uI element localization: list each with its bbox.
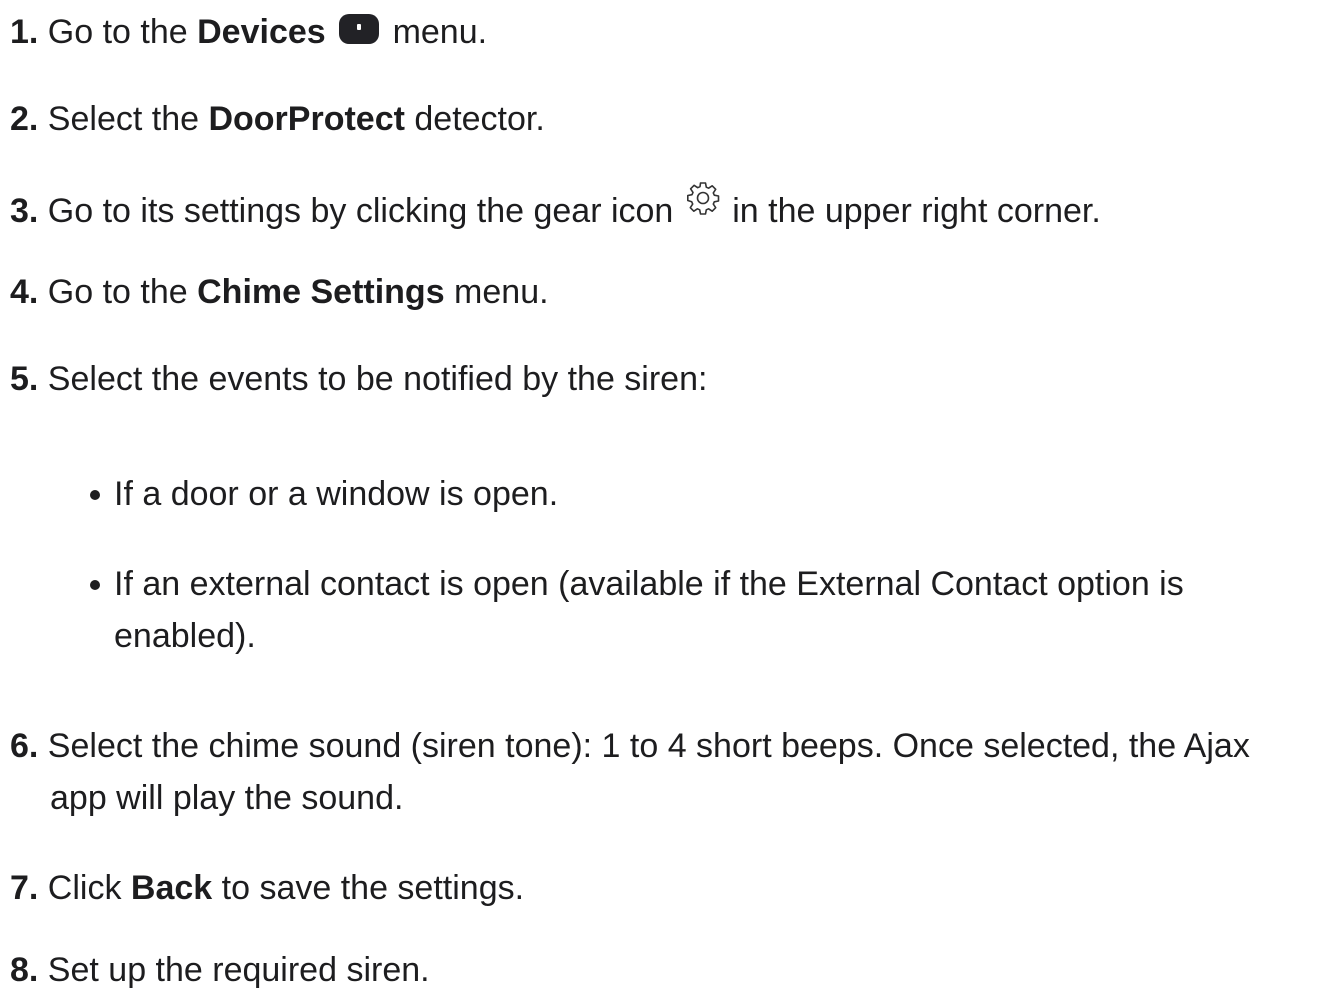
button-name: Back <box>130 869 213 907</box>
step-text: Go to the <box>38 273 198 311</box>
devices-icon <box>339 14 380 44</box>
step-text: Go to its settings by clicking the gear … <box>38 192 683 230</box>
step-text: Click <box>38 869 131 907</box>
step-number: 3. <box>10 192 39 230</box>
step-2: 2. Select the DoorProtect detector. <box>10 93 545 145</box>
step-text: in the upper right corner. <box>722 192 1101 230</box>
menu-name: Devices <box>197 13 326 51</box>
gear-icon <box>685 180 721 216</box>
step-text: Go to the <box>38 13 198 51</box>
step-4: 4. Go to the Chime Settings menu. <box>10 266 549 318</box>
list-item: If an external contact is open (availabl… <box>90 558 1290 662</box>
step-text: menu. <box>383 13 488 51</box>
step-number: 1. <box>10 13 39 51</box>
step-8: 8. Set up the required siren. <box>10 944 430 996</box>
step-text: to save the settings. <box>212 869 525 907</box>
list-item: If a door or a window is open. <box>90 468 1290 520</box>
bullet-dot <box>90 490 100 500</box>
step-5: 5. Select the events to be notified by t… <box>10 353 707 405</box>
step-text: detector. <box>404 100 545 138</box>
step-number: 4. <box>10 273 39 311</box>
step-number: 6. <box>10 727 39 765</box>
step-text: Select the <box>38 100 209 138</box>
list-item-text: enabled). <box>114 617 256 655</box>
step-text: menu. <box>444 273 549 311</box>
step-number: 5. <box>10 360 39 398</box>
step-7: 7. Click Back to save the settings. <box>10 862 524 914</box>
step-number: 8. <box>10 951 39 989</box>
menu-name: Chime Settings <box>197 273 445 311</box>
step-number: 7. <box>10 869 39 907</box>
detector-name: DoorProtect <box>208 100 405 138</box>
bullet-dot <box>90 580 100 590</box>
list-item-text: If an external contact is open (availabl… <box>114 565 1184 603</box>
list-item-text: If a door or a window is open. <box>114 475 559 513</box>
step-text: Set up the required siren. <box>38 951 430 989</box>
step-text: Select the chime sound (siren tone): 1 t… <box>38 727 1250 765</box>
step-number: 2. <box>10 100 39 138</box>
step-3: 3. Go to its settings by clicking the ge… <box>10 180 1101 237</box>
step-6: 6. Select the chime sound (siren tone): … <box>10 720 1250 824</box>
step-1: 1. Go to the Devices menu. <box>10 6 487 58</box>
step-text: app will play the sound. <box>50 779 404 817</box>
step-text: Select the events to be notified by the … <box>38 360 708 398</box>
